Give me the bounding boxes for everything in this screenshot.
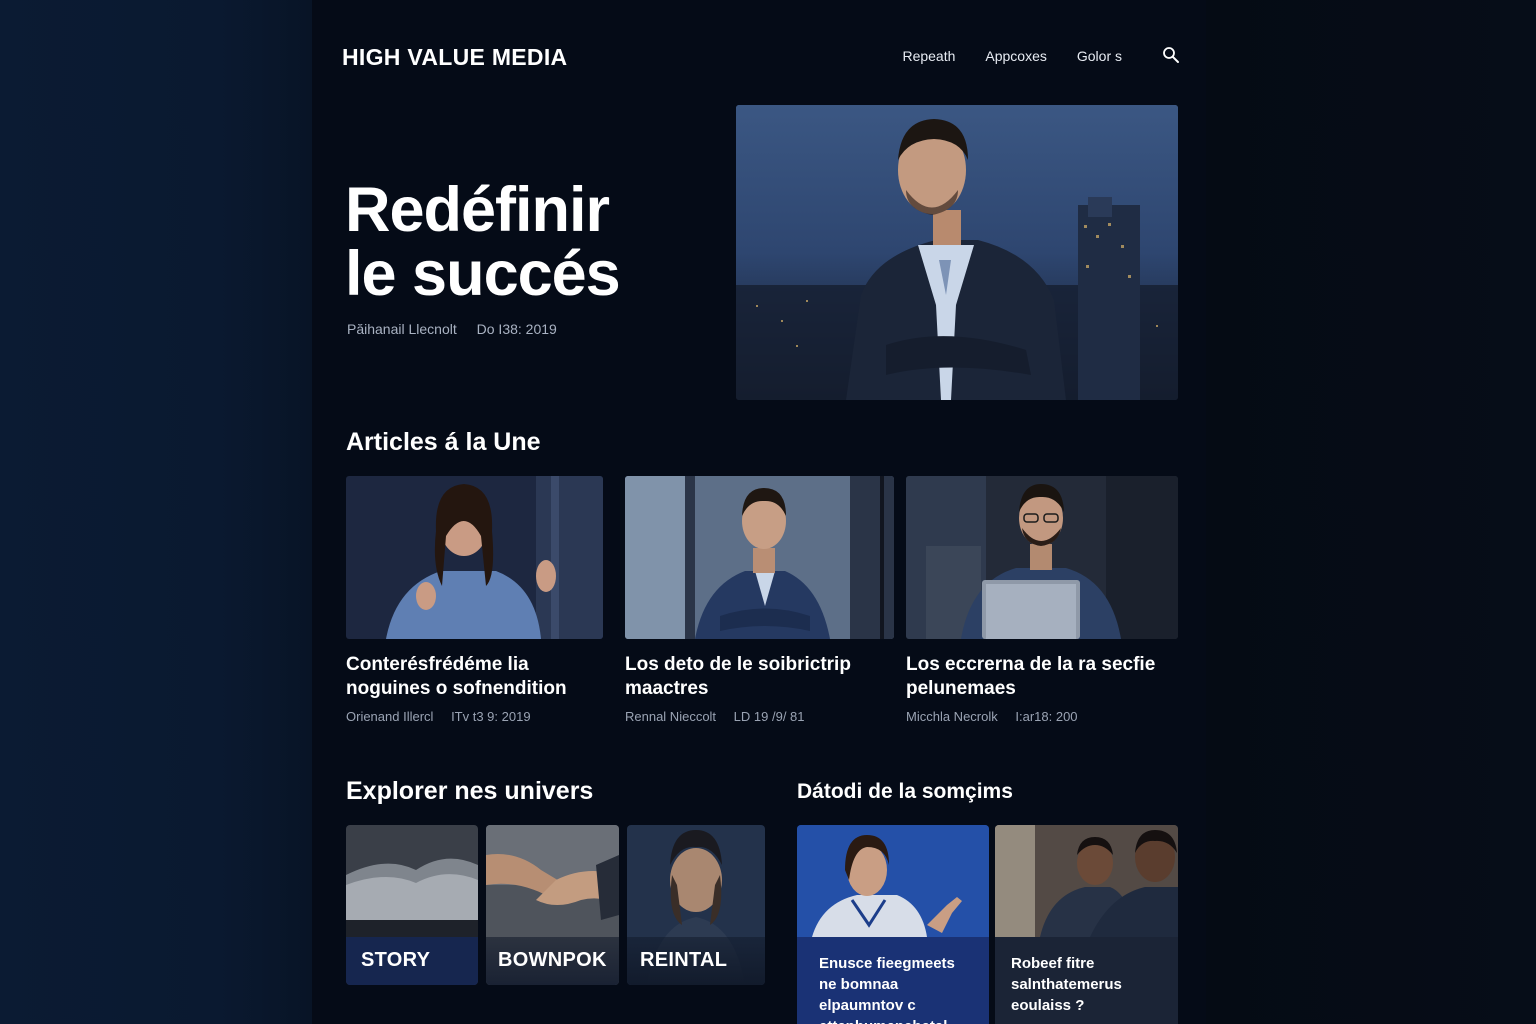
featured-section-title: Articles á la Une	[346, 428, 541, 456]
search-icon[interactable]	[1162, 46, 1182, 66]
hero-title[interactable]: Redéfinir le succés	[345, 175, 621, 309]
site-logo[interactable]: HIGH VALUE MEDIA	[342, 44, 567, 71]
article-date: I:ar18: 200	[1015, 709, 1078, 724]
article-date: ITv t3 9: 2019	[451, 709, 531, 724]
hero-title-line-1: Redéfinir	[345, 175, 610, 245]
nav-item-1[interactable]: Repeath	[902, 48, 955, 64]
article-title[interactable]: Conterésfrédéme lia noguines o sofnendit…	[346, 653, 603, 701]
article-meta: Orienand Illercl ITv t3 9: 2019	[346, 709, 603, 724]
article-image-woman-speaking	[346, 476, 603, 639]
hero-title-line-2: le succés	[345, 239, 621, 309]
hero-meta: Păihanail Llecnolt Do I38: 2019	[347, 321, 557, 337]
left-background-panel	[0, 0, 312, 1024]
universe-label: STORY	[346, 937, 478, 985]
article-card[interactable]: Los deto de le soibrictrip maactres Renn…	[625, 476, 894, 724]
article-image-man-laptop	[906, 476, 1178, 639]
nav-item-3[interactable]: Golor s	[1077, 48, 1122, 64]
main-nav: Repeath Appcoxes Golor s	[872, 46, 1182, 66]
dato-card[interactable]: Enusce fieegmeets ne bomnaa elpaumntov c…	[797, 825, 989, 1024]
woman-pointing-image	[797, 825, 989, 937]
universe-label: BOWNPOK	[486, 937, 619, 985]
explore-section-title: Explorer nes univers	[346, 777, 594, 805]
page-container: HIGH VALUE MEDIA Repeath Appcoxes Golor …	[312, 0, 1206, 1024]
article-title[interactable]: Los deto de le soibrictrip maactres	[625, 653, 894, 701]
article-date: LD 19 /9/ 81	[733, 709, 805, 724]
article-author: Rennal Nieccolt	[625, 709, 717, 724]
dato-card-text: Enusce fieegmeets ne bomnaa elpaumntov c…	[797, 937, 989, 1024]
article-card[interactable]: Conterésfrédéme lia noguines o sofnendit…	[346, 476, 603, 724]
hero-image-businessman[interactable]	[736, 105, 1178, 400]
universe-label: REINTAL	[627, 937, 765, 985]
hero-author: Păihanail Llecnolt	[347, 321, 457, 337]
article-image-smiling-man	[625, 476, 894, 639]
dato-card[interactable]: Robeef fitre salnthatemerus eoulaiss ?	[995, 825, 1178, 1024]
article-meta: Micchla Necrolk I:ar18: 200	[906, 709, 1178, 724]
business-meeting-image	[995, 825, 1178, 937]
article-meta: Rennal Nieccolt LD 19 /9/ 81	[625, 709, 894, 724]
hero-date: Do I38: 2019	[476, 321, 557, 337]
article-author: Orienand Illercl	[346, 709, 434, 724]
universe-tile-reintal[interactable]: REINTAL	[627, 825, 765, 985]
article-card[interactable]: Los eccrerna de la ra secfie pelunemaes …	[906, 476, 1178, 724]
article-title[interactable]: Los eccrerna de la ra secfie pelunemaes	[906, 653, 1178, 701]
universe-tile-bownpok[interactable]: BOWNPOK	[486, 825, 619, 985]
dato-section-title: Dátodi de la somçims	[797, 780, 1013, 803]
right-background-panel	[1206, 0, 1536, 1024]
site-header: HIGH VALUE MEDIA Repeath Appcoxes Golor …	[342, 42, 1182, 74]
dato-card-text: Robeef fitre salnthatemerus eoulaiss ?	[995, 937, 1178, 1024]
universe-tile-story[interactable]: STORY	[346, 825, 478, 985]
article-author: Micchla Necrolk	[906, 709, 998, 724]
nav-item-2[interactable]: Appcoxes	[985, 48, 1046, 64]
